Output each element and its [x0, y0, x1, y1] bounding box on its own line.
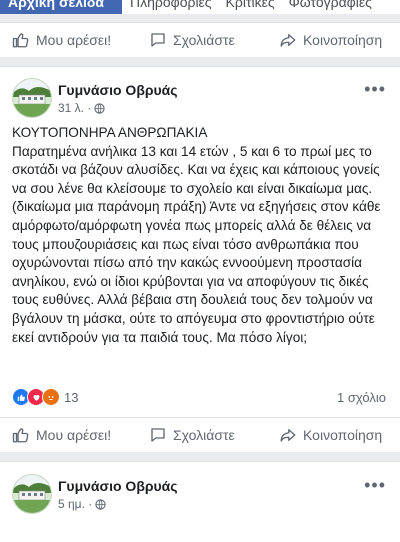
- school-photo-icon: [13, 475, 51, 513]
- page-tabs: Αρχική σελίδα Πληροφορίες Κριτικές Φωτογ…: [0, 0, 400, 14]
- post-text: ΚΟΥΤΟΠΟΝΗΡΑ ΑΝΘΡΩΠΑΚΙΑ Παρατημένα ανήλικ…: [12, 124, 390, 347]
- post-paragraph: Παρατημένα ανήλικα 13 και 14 ετών , 5 κα…: [12, 143, 381, 345]
- share-button[interactable]: Κοινοποίηση: [279, 418, 382, 452]
- reactions-summary[interactable]: 13: [12, 388, 78, 406]
- comment-icon: [151, 428, 165, 442]
- comment-label: Σχολιάστε: [173, 32, 235, 48]
- thumbs-up-icon: [12, 428, 29, 443]
- like-label: Μου αρέσει!: [36, 427, 112, 443]
- previous-post-action-bar: Μου αρέσει! Σχολιάστε Κοινοποίηση: [0, 22, 400, 57]
- share-button[interactable]: Κοινοποίηση: [279, 23, 382, 57]
- next-post-card: Γυμνάσιο Οβρυάς 5 ημ. · •••: [0, 461, 400, 542]
- post-headline: ΚΟΥΤΟΠΟΝΗΡΑ ΑΝΘΡΩΠΑΚΙΑ: [12, 125, 208, 140]
- tab-about[interactable]: Πληροφορίες: [122, 0, 218, 14]
- globe-icon: [94, 102, 105, 114]
- globe-icon: [95, 498, 106, 510]
- like-label: Μου αρέσει!: [36, 32, 112, 48]
- comment-icon: [151, 33, 165, 47]
- tab-reviews[interactable]: Κριτικές: [218, 0, 281, 14]
- comment-label: Σχολιάστε: [173, 427, 235, 443]
- like-button[interactable]: Μου αρέσει!: [12, 23, 111, 57]
- tab-home[interactable]: Αρχική σελίδα: [0, 0, 122, 14]
- thumbs-up-icon: [12, 33, 29, 48]
- tab-photos[interactable]: Φωτογραφίες: [281, 0, 378, 14]
- comments-count[interactable]: 1 σχόλιο: [337, 390, 386, 405]
- post-author[interactable]: Γυμνάσιο Οβρυάς: [58, 478, 178, 494]
- school-photo-icon: [13, 79, 51, 117]
- more-options-icon[interactable]: •••: [364, 475, 386, 496]
- avatar[interactable]: [12, 78, 52, 118]
- timestamp-text: 31 λ. ·: [58, 101, 92, 115]
- more-options-icon[interactable]: •••: [364, 79, 386, 100]
- share-label: Κοινοποίηση: [303, 32, 383, 48]
- post-author[interactable]: Γυμνάσιο Οβρυάς: [58, 82, 178, 98]
- reactions-count: 13: [64, 389, 79, 405]
- avatar[interactable]: [12, 474, 52, 514]
- comment-button[interactable]: Σχολιάστε: [149, 418, 235, 452]
- share-icon: [280, 429, 296, 442]
- timestamp-text: 5 ημ. ·: [58, 497, 93, 511]
- post-timestamp[interactable]: 31 λ. ·: [58, 101, 105, 115]
- post-timestamp[interactable]: 5 ημ. ·: [58, 497, 106, 511]
- share-icon: [280, 34, 296, 47]
- share-label: Κοινοποίηση: [303, 427, 383, 443]
- comment-button[interactable]: Σχολιάστε: [149, 23, 235, 57]
- post-card: Γυμνάσιο Οβρυάς 31 λ. · ••• ΚΟΥΤΟΠΟΝΗΡΑ …: [0, 66, 400, 452]
- angry-reaction-icon: [42, 388, 60, 406]
- post-action-bar: Μου αρέσει! Σχολιάστε Κοινοποίηση: [0, 417, 400, 452]
- like-button[interactable]: Μου αρέσει!: [12, 418, 111, 452]
